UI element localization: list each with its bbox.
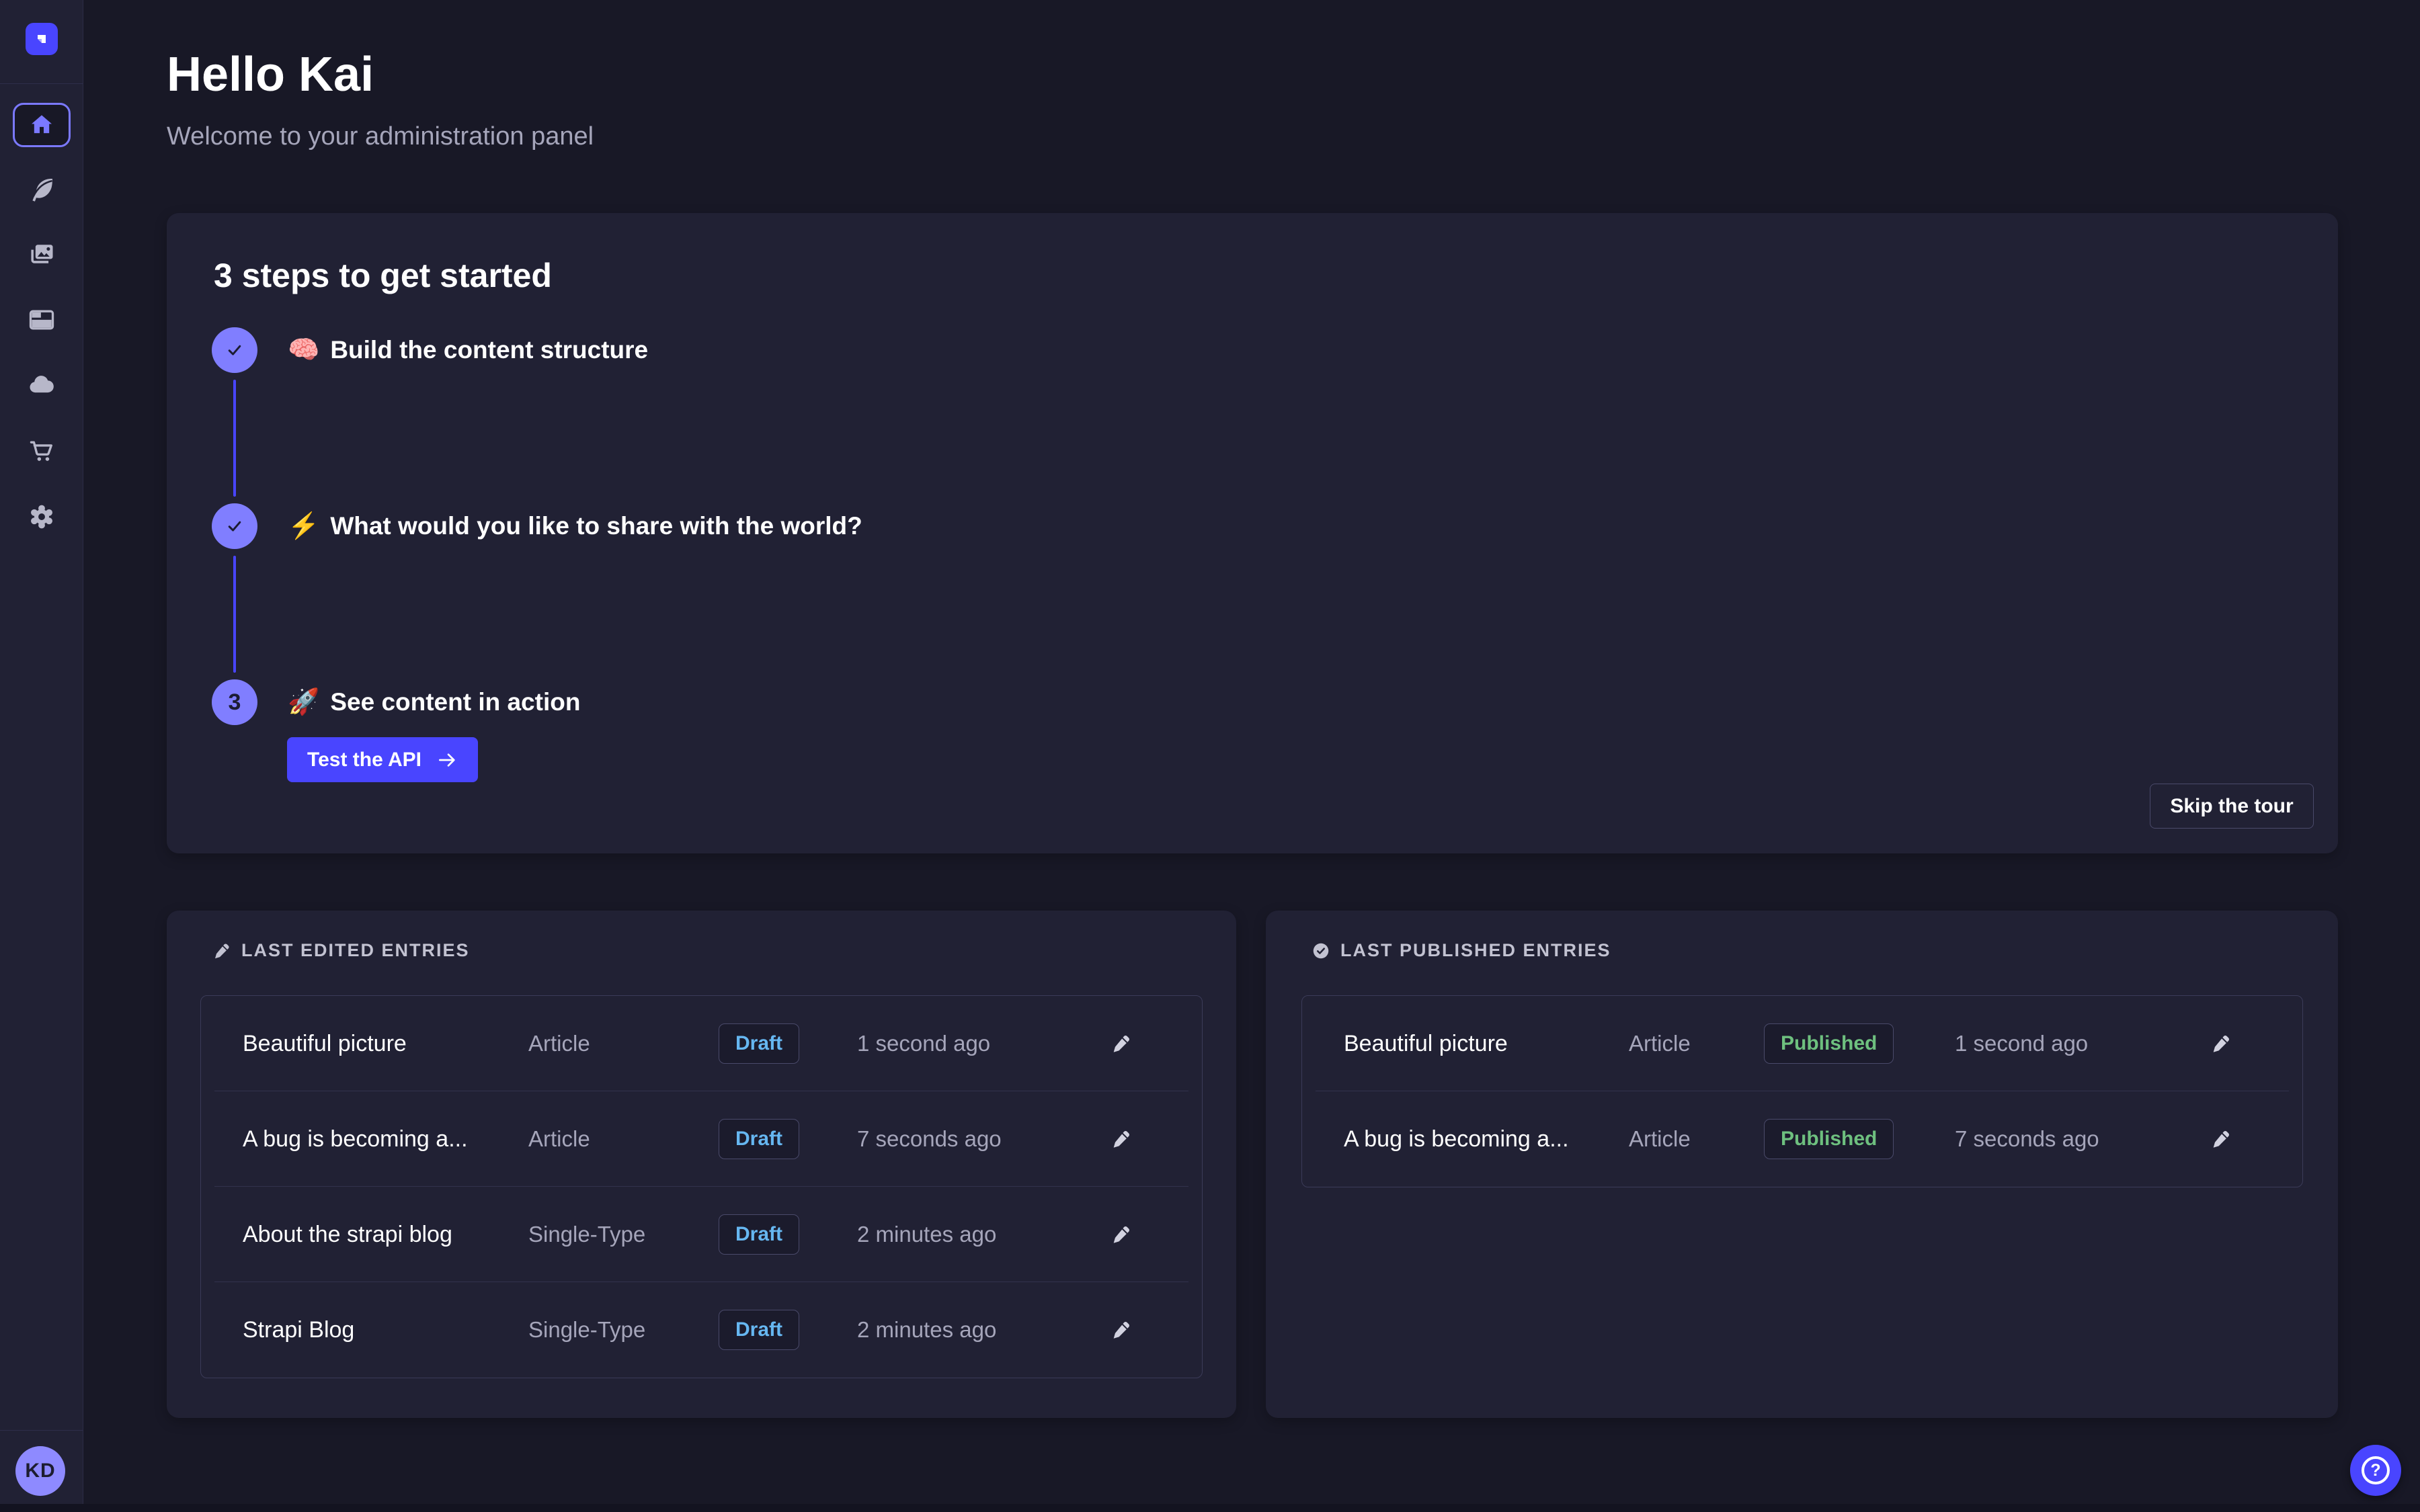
table-row: About the strapi blog Single-Type Draft … (201, 1187, 1202, 1282)
table-row: A bug is becoming a... Article Published… (1302, 1091, 2302, 1187)
status-badge: Draft (719, 1023, 799, 1064)
step-2-label[interactable]: ⚡ What would you like to share with the … (288, 503, 862, 549)
check-icon (223, 515, 246, 538)
step-3-label[interactable]: 🚀 See content in action (288, 679, 580, 725)
admin-dashboard: KD Hello Kai Welcome to your administrat… (0, 0, 2420, 1512)
last-edited-entries-header: LAST EDITED ENTRIES (212, 940, 470, 961)
check-circle-icon (1311, 941, 1331, 961)
rocket-emoji: 🚀 (288, 687, 319, 717)
cart-icon (27, 436, 56, 466)
brain-emoji: 🧠 (288, 335, 319, 365)
question-circle-icon: ? (2362, 1456, 2390, 1484)
step-1-label[interactable]: 🧠 Build the content structure (288, 327, 648, 373)
edit-entry-button[interactable] (1101, 1310, 1141, 1350)
skip-the-tour-button[interactable]: Skip the tour (2150, 784, 2314, 829)
test-the-api-button[interactable]: Test the API (287, 737, 478, 782)
entry-type: Article (528, 1126, 719, 1152)
layout-icon (27, 305, 56, 335)
entry-time: 2 minutes ago (857, 1222, 1101, 1247)
gear-icon (27, 502, 56, 532)
status-badge: Draft (719, 1310, 799, 1350)
status-badge: Draft (719, 1214, 799, 1255)
table-row: Strapi Blog Single-Type Draft 2 minutes … (201, 1282, 1202, 1378)
step-3-indicator[interactable]: 3 (212, 679, 257, 725)
edit-entry-button[interactable] (2201, 1119, 2241, 1159)
sidebar-item-media-library[interactable] (26, 238, 58, 270)
help-button[interactable]: ? (2350, 1445, 2401, 1496)
strapi-logo-button[interactable] (26, 23, 58, 55)
sidebar-item-content-type-builder[interactable] (26, 304, 58, 336)
last-published-entries-table: Beautiful picture Article Published 1 se… (1301, 995, 2303, 1187)
page-subtitle: Welcome to your administration panel (167, 122, 594, 151)
sidebar: KD (0, 0, 83, 1512)
panel-header-label: LAST EDITED ENTRIES (241, 940, 470, 961)
last-edited-entries-table: Beautiful picture Article Draft 1 second… (200, 995, 1203, 1378)
home-icon (28, 112, 55, 138)
table-row: Beautiful picture Article Draft 1 second… (201, 996, 1202, 1091)
sidebar-item-deploy[interactable] (26, 370, 58, 402)
entry-time: 1 second ago (857, 1031, 1101, 1056)
sidebar-divider-top (0, 83, 83, 84)
last-published-entries-header: LAST PUBLISHED ENTRIES (1311, 940, 1611, 961)
entry-title: A bug is becoming a... (243, 1126, 528, 1152)
entry-type: Single-Type (528, 1317, 719, 1343)
step-connector (233, 556, 236, 673)
arrow-right-icon (436, 749, 458, 771)
sidebar-item-home[interactable] (13, 103, 71, 147)
strapi-logo-icon (32, 29, 52, 49)
avatar-initials: KD (25, 1460, 55, 1482)
edit-entry-button[interactable] (1101, 1023, 1141, 1064)
step-connector (233, 380, 236, 497)
edit-entry-button[interactable] (1101, 1214, 1141, 1255)
edit-entry-button[interactable] (2201, 1023, 2241, 1064)
cloud-icon (27, 371, 56, 401)
entry-type: Article (528, 1031, 719, 1056)
step-2-indicator[interactable] (212, 503, 257, 549)
entry-type: Article (1629, 1031, 1764, 1056)
sidebar-item-content-manager[interactable] (26, 173, 58, 206)
entry-title: Beautiful picture (243, 1031, 528, 1057)
guided-tour-title: 3 steps to get started (214, 256, 552, 295)
step-1-indicator[interactable] (212, 327, 257, 373)
entry-title: About the strapi blog (243, 1222, 528, 1248)
sidebar-item-settings[interactable] (26, 501, 58, 533)
panel-header-label: LAST PUBLISHED ENTRIES (1340, 940, 1611, 961)
images-icon (27, 239, 56, 269)
page-title: Hello Kai (167, 47, 374, 102)
last-edited-entries-panel: LAST EDITED ENTRIES Beautiful picture Ar… (167, 911, 1236, 1418)
entry-time: 2 minutes ago (857, 1317, 1101, 1343)
entry-title: A bug is becoming a... (1344, 1126, 1629, 1152)
entry-time: 7 seconds ago (1955, 1126, 2201, 1152)
entry-type: Article (1629, 1126, 1764, 1152)
lightning-emoji: ⚡ (288, 511, 319, 541)
entry-time: 7 seconds ago (857, 1126, 1101, 1152)
sidebar-item-marketplace[interactable] (26, 435, 58, 467)
feather-icon (27, 175, 56, 204)
guided-tour-card: 3 steps to get started 🧠 Build the conte… (167, 213, 2338, 853)
entry-title: Beautiful picture (1344, 1031, 1629, 1057)
entry-type: Single-Type (528, 1222, 719, 1247)
entry-title: Strapi Blog (243, 1317, 528, 1343)
status-badge: Published (1764, 1023, 1894, 1064)
table-row: Beautiful picture Article Published 1 se… (1302, 996, 2302, 1091)
user-avatar[interactable]: KD (15, 1446, 65, 1496)
pencil-icon (212, 941, 232, 961)
check-icon (223, 339, 246, 362)
edit-entry-button[interactable] (1101, 1119, 1141, 1159)
status-badge: Draft (719, 1119, 799, 1159)
table-row: A bug is becoming a... Article Draft 7 s… (201, 1091, 1202, 1187)
entry-time: 1 second ago (1955, 1031, 2201, 1056)
status-badge: Published (1764, 1119, 1894, 1159)
last-published-entries-panel: LAST PUBLISHED ENTRIES Beautiful picture… (1266, 911, 2338, 1418)
window-bottom-edge (0, 1504, 2420, 1512)
sidebar-divider-bottom (0, 1430, 83, 1431)
